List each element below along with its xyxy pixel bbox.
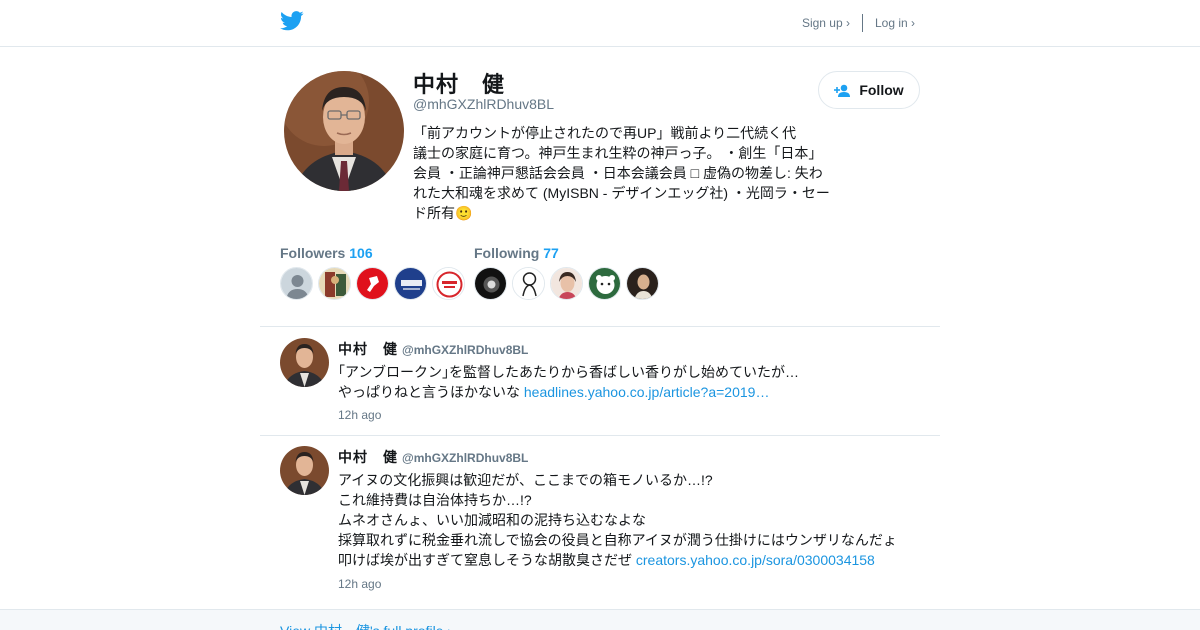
following-avatars: [474, 267, 664, 300]
tweet-text: アイヌの文化振興は歓迎だが、ここまでの箱モノいるか…!? これ維持費は自治体持ち…: [338, 470, 918, 570]
follower-avatar[interactable]: [318, 267, 351, 300]
tweet-avatar[interactable]: [280, 338, 329, 387]
following-avatar[interactable]: [626, 267, 659, 300]
followers-count[interactable]: Followers 106: [280, 245, 373, 261]
tweet-link[interactable]: headlines.yahoo.co.jp/article?a=2019…: [524, 384, 770, 400]
full-profile-link[interactable]: View 中村 健's full profile ›: [280, 621, 452, 630]
tweet-line: やっぱりねと言うほかないな headlines.yahoo.co.jp/arti…: [338, 382, 918, 402]
tweet-author-name[interactable]: 中村 健: [338, 449, 398, 465]
following-avatar[interactable]: [512, 267, 545, 300]
bio-line: れた大和魂を求めて (MyISBN - デザインエッグ社) ・光岡ラ・セー: [413, 185, 830, 201]
following-avatar[interactable]: [474, 267, 507, 300]
follow-button[interactable]: Follow: [818, 71, 920, 109]
tweet-line-text: やっぱりねと言うほかないな: [338, 384, 524, 400]
following-avatar[interactable]: [550, 267, 583, 300]
follow-label: Follow: [859, 82, 904, 98]
follower-avatar[interactable]: [356, 267, 389, 300]
following-label: Following: [474, 245, 540, 261]
followers-label: Followers: [280, 245, 346, 261]
follower-avatar[interactable]: [432, 267, 465, 300]
tweet-header: 中村 健 @mhGXZhlRDhuv8BL: [338, 447, 528, 467]
login-link[interactable]: Log in ›: [875, 16, 915, 30]
section-divider: [260, 326, 940, 327]
profile-avatar[interactable]: [284, 71, 404, 191]
followers-avatars: [280, 267, 470, 300]
tweet-link[interactable]: creators.yahoo.co.jp/sora/0300034158: [636, 552, 875, 568]
follower-avatar[interactable]: [280, 267, 313, 300]
nav-divider: [861, 14, 863, 32]
tweet-line-text: 叩けば埃が出すぎて窒息しそうな胡散臭さだぜ: [338, 552, 636, 568]
profile-bio: 「前アカウントが停止されたので再UP」戦前より二代続く代 議士の家庭に育つ。神戸…: [413, 123, 833, 223]
bio-line: 会員 ・正論神戸懇話会会員 ・日本会議会員 □ 虚偽の物差し: 失わ: [413, 165, 823, 181]
tweet-line: ムネオさんょ、いい加減昭和の泥持ち込むなよな: [338, 512, 646, 528]
twitter-bird-icon[interactable]: [280, 11, 304, 31]
tweet-text: ｢アンブロークン｣を監督したあたりから香ばしい香りがし始めていたが… やっぱりね…: [338, 362, 918, 402]
top-nav: Sign up › Log in ›: [802, 14, 915, 32]
tweet-line: 叩けば埃が出すぎて窒息しそうな胡散臭さだぜ creators.yahoo.co.…: [338, 550, 918, 570]
tweet-header: 中村 健 @mhGXZhlRDhuv8BL: [338, 339, 528, 359]
follower-avatar[interactable]: [394, 267, 427, 300]
profile-name: 中村 健: [413, 72, 506, 97]
tweet-line: アイヌの文化振興は歓迎だが、ここまでの箱モノいるか…!?: [338, 472, 713, 488]
add-user-icon: [834, 84, 851, 97]
tweet-timestamp[interactable]: 12h ago: [338, 577, 381, 591]
bio-line: ド所有🙂: [413, 205, 473, 221]
following-number: 77: [543, 245, 559, 261]
tweet-divider: [260, 435, 940, 436]
following-count[interactable]: Following 77: [474, 245, 559, 261]
tweet-avatar[interactable]: [280, 446, 329, 495]
top-bar: Sign up › Log in ›: [0, 0, 1200, 47]
tweet-author-handle[interactable]: @mhGXZhlRDhuv8BL: [402, 451, 528, 465]
tweet-line: 採算取れずに税金垂れ流しで協会の役員と自称アイヌが潤う仕掛けにはウンザリなんだょ: [338, 532, 897, 548]
tweet-line: これ維持費は自治体持ちか…!?: [338, 492, 532, 508]
footer-band: View 中村 健's full profile ›: [0, 609, 1200, 630]
bio-line: 「前アカウントが停止されたので再UP」戦前より二代続く代: [413, 125, 797, 141]
bio-line: 議士の家庭に育つ。神戸生まれ生粋の神戸っ子。 ・創生「日本」: [413, 145, 823, 161]
profile-handle: @mhGXZhlRDhuv8BL: [413, 96, 555, 112]
tweet-author-name[interactable]: 中村 健: [338, 341, 398, 357]
tweet-line: ｢アンブロークン｣を監督したあたりから香ばしい香りがし始めていたが…: [338, 364, 800, 380]
signup-link[interactable]: Sign up ›: [802, 16, 850, 30]
followers-number: 106: [349, 245, 373, 261]
tweet-timestamp[interactable]: 12h ago: [338, 408, 381, 422]
following-avatar[interactable]: [588, 267, 621, 300]
tweet-author-handle[interactable]: @mhGXZhlRDhuv8BL: [402, 343, 528, 357]
